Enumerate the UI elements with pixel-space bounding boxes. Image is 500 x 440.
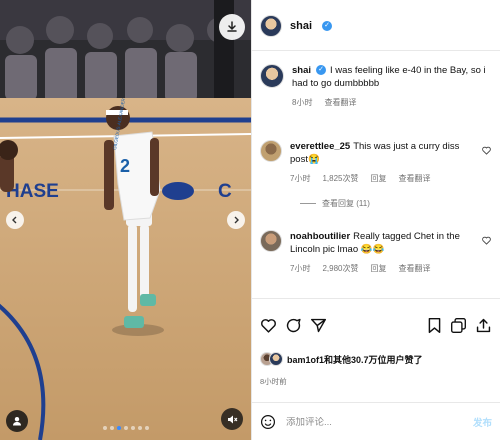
download-button[interactable] [219, 14, 245, 40]
jersey-number: 2 [120, 156, 130, 176]
comment-input[interactable] [286, 416, 463, 428]
post-time: 8小时前 [260, 377, 287, 386]
likes-text: bam1of1和其他30.7万位用户赞了 [287, 354, 423, 365]
share-icon[interactable] [310, 317, 327, 334]
likes-summary[interactable]: bam1of1和其他30.7万位用户赞了 [260, 352, 423, 366]
remix-icon[interactable] [450, 317, 467, 334]
caption-avatar[interactable] [260, 64, 284, 88]
comment-likes[interactable]: 2,980次赞 [322, 262, 358, 275]
replies-line [300, 203, 316, 204]
comment-likes[interactable]: 1,825次赞 [322, 172, 358, 185]
commenter-avatar[interactable] [260, 230, 282, 252]
carousel-dot [109, 426, 114, 430]
caption-username[interactable]: shai [292, 65, 311, 76]
translate-link[interactable]: 查看翻译 [398, 172, 430, 185]
carousel-dot [130, 426, 135, 430]
post-caption: shai ✓ I was feeling like e-40 in the Bay,… [260, 64, 492, 109]
comment-icon[interactable] [285, 317, 302, 334]
post-media[interactable]: HASE C 2 GILGEOUS-ALEXANDER [0, 0, 251, 440]
verified-badge-icon: ✓ [322, 21, 333, 31]
download-icon [227, 21, 237, 32]
carousel-dot [123, 426, 128, 430]
commenter-username[interactable]: noahboutilier [290, 231, 350, 242]
svg-text:C: C [218, 181, 232, 202]
carousel-dot [144, 426, 149, 430]
post-panel: shai ✓ shai ✓ I was feeling like e-40 in t… [251, 0, 500, 440]
comment-like-button[interactable] [482, 140, 492, 185]
comment-divider [252, 402, 500, 403]
chevron-right-icon [234, 216, 239, 224]
header-divider [252, 50, 500, 51]
commenter-username[interactable]: everettlee_25 [290, 141, 350, 152]
post-comment-button[interactable]: 发布 [473, 415, 492, 429]
carousel-indicator [0, 426, 251, 430]
author-username[interactable]: shai [290, 20, 312, 32]
carousel-prev-button[interactable] [6, 211, 24, 229]
speaker-muted-icon [227, 415, 237, 423]
heart-icon [482, 146, 491, 155]
share-external-icon[interactable] [475, 317, 492, 334]
author-avatar[interactable] [260, 15, 282, 37]
caption-translate-link[interactable]: 查看翻译 [324, 96, 356, 109]
comment-like-button[interactable] [482, 230, 492, 275]
bookmark-icon[interactable] [427, 317, 442, 334]
post-header: shai ✓ [260, 10, 492, 42]
comment-time: 7小时 [290, 264, 311, 273]
add-comment-bar: 发布 [252, 404, 500, 440]
commenter-avatar[interactable] [260, 140, 282, 162]
carousel-dot [116, 426, 121, 430]
actions-divider [252, 298, 500, 299]
comment-time: 7小时 [290, 174, 311, 183]
liker-avatars [260, 352, 283, 366]
user-icon [13, 417, 21, 426]
comment-item: everettlee_25 This was just a curry diss … [260, 140, 492, 185]
heart-icon [482, 236, 491, 245]
chevron-left-icon [12, 216, 17, 224]
emoji-icon[interactable] [260, 414, 276, 430]
view-replies-label: 查看回复 (11) [322, 199, 370, 208]
carousel-dot [137, 426, 142, 430]
caption-time: 8小时 [292, 98, 313, 107]
view-replies-button[interactable]: 查看回复 (11) [300, 198, 370, 209]
liker-avatar [269, 352, 283, 366]
translate-link[interactable]: 查看翻译 [398, 262, 430, 275]
verified-badge-icon: ✓ [316, 65, 327, 76]
action-bar [260, 312, 492, 338]
carousel-dot [102, 426, 107, 430]
reply-link[interactable]: 回复 [370, 172, 386, 185]
basketball-photo: HASE C 2 GILGEOUS-ALEXANDER [0, 0, 251, 440]
carousel-next-button[interactable] [227, 211, 245, 229]
like-icon[interactable] [260, 317, 277, 334]
reply-link[interactable]: 回复 [370, 262, 386, 275]
comment-item: noahboutilier Really tagged Chet in the L… [260, 230, 492, 275]
